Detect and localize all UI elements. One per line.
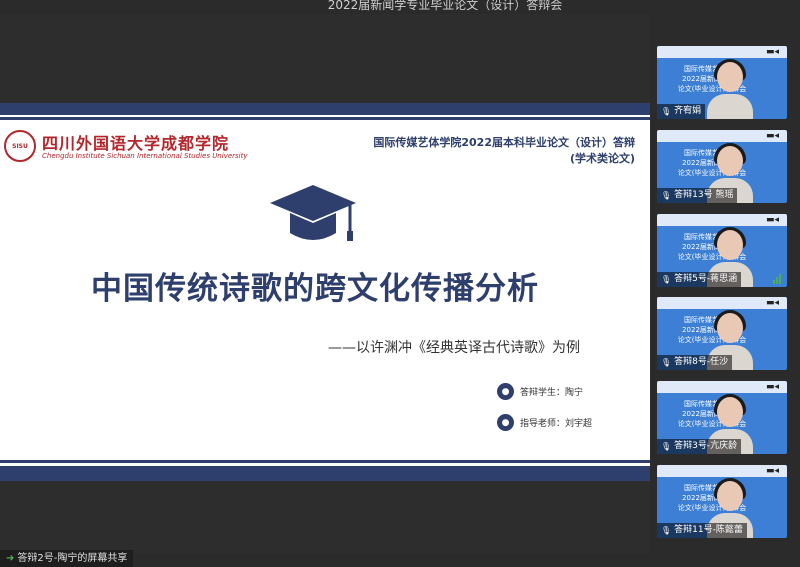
mic-icon: 🎙: [661, 107, 672, 116]
participant-tile[interactable]: ▬◂ 国际传媒艺体学院 2022届新闻学专业 论文(毕业设计)答辩会 🎙 齐宥娟: [657, 46, 787, 119]
mic-muted-icon: 🎙: [661, 358, 672, 367]
slide-subtitle: ——以许渊冲《经典英译古代诗歌》为例: [328, 340, 580, 356]
slide-top-stripe: [0, 117, 650, 120]
participant-name: 🎙 齐宥娟: [657, 104, 706, 119]
mic-muted-icon: 🎙: [661, 526, 672, 535]
participant-tile[interactable]: ▬◂ 国际传媒艺体学院 2022届新闻学专业 论文(毕业设计)答辩会 🎙 答辩3号-亢庆龄: [657, 381, 787, 454]
window-title: 2022届新闻学专业毕业论文（设计）答辩会: [327, 0, 563, 12]
mic-muted-icon: 🎙: [661, 191, 672, 200]
mic-muted-icon: 🎙: [661, 442, 672, 451]
shared-slide: SISU 四川外国语大学成都学院 Chengdu Institute Sichu…: [0, 103, 650, 481]
slide-bottom-band: [0, 466, 650, 481]
participant-tile[interactable]: ▬◂ 国际传媒艺体学院 2022届新闻学专业 论文(毕业设计)答辩会 🎙 答辩5号-蒋思涵: [657, 214, 787, 287]
advisor-icon: ●: [497, 414, 514, 431]
participant-name: 🎙 答辩8号-任沙: [657, 355, 733, 370]
camera-icon: ▬◂: [765, 131, 779, 141]
slide-main-title: 中国传统诗歌的跨文化传播分析: [91, 271, 539, 307]
participant-name: 🎙 答辩13号 熊瑶: [657, 188, 738, 203]
participant-tile[interactable]: ▬◂ 国际传媒艺体学院 2022届新闻学专业 论文(毕业设计)答辩会 🎙 答辩11号-陈懿…: [657, 465, 787, 538]
audio-level-icon: [773, 274, 781, 284]
camera-icon: ▬◂: [765, 466, 779, 476]
school-name-en: Chengdu Institute Sichuan International …: [42, 152, 248, 160]
participant-name: 🎙 答辩11号-陈懿蕾: [657, 523, 747, 538]
camera-icon: ▬◂: [765, 47, 779, 57]
graduation-cap-icon: [270, 185, 356, 241]
student-info: ● 答辩学生：陶宁: [497, 383, 583, 400]
participant-tile[interactable]: ▬◂ 国际传媒艺体学院 2022届新闻学专业 论文(毕业设计)答辩会 🎙 答辩13号 熊瑶: [657, 130, 787, 203]
participant-name: 🎙 答辩5号-蒋思涵: [657, 272, 742, 287]
screen-share-label: ➜ 答辩2号-陶宁的屏幕共享: [0, 550, 134, 567]
student-icon: ●: [497, 383, 514, 400]
slide-top-band: [0, 103, 650, 115]
participant-video: [705, 58, 755, 119]
participant-name: 🎙 答辩3号-亢庆龄: [657, 439, 742, 454]
slide-header-subtitle: (学术类论文): [569, 152, 635, 165]
share-arrow-icon: ➜: [6, 553, 15, 564]
camera-icon: ▬◂: [765, 298, 779, 308]
slide-header-title: 国际传媒艺体学院2022届本科毕业论文（设计）答辩: [373, 136, 635, 149]
school-seal-logo: SISU: [4, 130, 36, 162]
camera-icon: ▬◂: [765, 215, 779, 225]
mic-muted-icon: 🎙: [661, 275, 672, 284]
slide-bottom-stripe: [0, 460, 650, 463]
participant-tile[interactable]: ▬◂ 国际传媒艺体学院 2022届新闻学专业 论文(毕业设计)答辩会 🎙 答辩8号-任沙: [657, 297, 787, 370]
advisor-info: ● 指导老师：刘宇超: [497, 414, 592, 431]
camera-icon: ▬◂: [765, 382, 779, 392]
school-name-cn: 四川外国语大学成都学院: [42, 134, 230, 153]
